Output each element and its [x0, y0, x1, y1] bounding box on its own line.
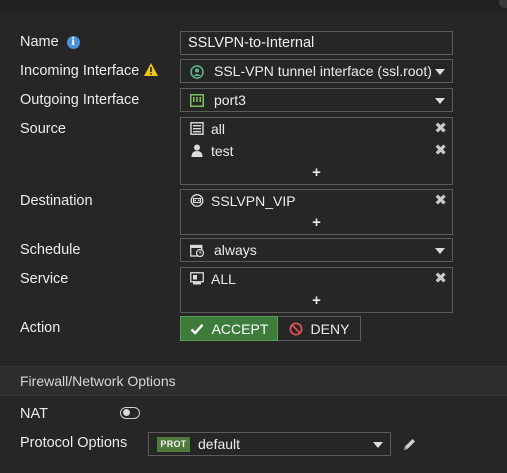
warning-icon[interactable]: [144, 63, 159, 80]
deny-label: DENY: [310, 320, 350, 337]
outgoing-interface-select[interactable]: port3: [180, 88, 453, 112]
nat-label: NAT: [20, 406, 48, 422]
list-item[interactable]: all ✖: [181, 118, 452, 140]
firewall-options-section-header: Firewall/Network Options: [0, 366, 507, 396]
add-source-button[interactable]: +: [181, 162, 452, 184]
port-icon: [190, 94, 204, 107]
prot-badge: PROT: [157, 437, 190, 452]
accept-label: ACCEPT: [211, 320, 269, 337]
info-icon[interactable]: i: [66, 36, 80, 49]
protocol-options-value: default: [198, 436, 241, 452]
address-icon: [190, 122, 204, 135]
interface-icon: [190, 65, 204, 79]
incoming-interface-value: SSL-VPN tunnel interface (ssl.root): [214, 63, 432, 79]
chevron-down-icon[interactable]: [435, 69, 445, 75]
source-item-label: test: [211, 143, 234, 159]
accept-button[interactable]: ACCEPT: [180, 316, 278, 341]
incoming-interface-select[interactable]: SSL-VPN tunnel interface (ssl.root): [180, 59, 453, 83]
remove-icon[interactable]: ✖: [434, 120, 447, 138]
deny-button[interactable]: DENY: [278, 316, 361, 341]
vip-icon: [190, 194, 204, 207]
chevron-down-icon[interactable]: [435, 98, 445, 104]
schedule-value: always: [214, 242, 257, 258]
schedule-icon: [190, 244, 205, 258]
list-item[interactable]: SSLVPN_VIP ✖: [181, 190, 452, 212]
add-destination-button[interactable]: +: [181, 212, 452, 234]
service-icon: [190, 272, 204, 285]
source-item-label: all: [211, 121, 226, 137]
source-field[interactable]: all ✖ test ✖ +: [180, 117, 453, 185]
name-label: Name i: [20, 34, 80, 50]
chevron-down-icon[interactable]: [435, 248, 445, 254]
chevron-down-icon[interactable]: [373, 442, 383, 448]
remove-icon[interactable]: ✖: [434, 142, 447, 160]
pencil-icon[interactable]: [402, 437, 417, 452]
outgoing-interface-value: port3: [214, 92, 246, 108]
add-service-button[interactable]: +: [181, 290, 452, 312]
name-label-text: Name: [20, 34, 59, 50]
service-field[interactable]: ALL ✖ +: [180, 267, 453, 313]
list-item[interactable]: ALL ✖: [181, 268, 452, 290]
top-strip: [0, 0, 507, 12]
schedule-select[interactable]: always: [180, 238, 453, 262]
remove-icon[interactable]: ✖: [434, 192, 447, 210]
name-input[interactable]: SSLVPN-to-Internal: [180, 31, 453, 55]
nat-toggle[interactable]: [120, 407, 140, 419]
remove-icon[interactable]: ✖: [434, 270, 447, 288]
protocol-options-select[interactable]: PROT default: [148, 432, 391, 456]
incoming-interface-label: Incoming Interface: [20, 63, 159, 80]
protocol-options-label: Protocol Options: [20, 435, 128, 451]
incoming-interface-label-text: Incoming Interface: [20, 63, 140, 79]
destination-item-label: SSLVPN_VIP: [211, 193, 296, 209]
service-label: Service: [20, 271, 69, 287]
source-label: Source: [20, 121, 66, 137]
action-label: Action: [20, 320, 61, 336]
check-icon: [190, 323, 204, 335]
schedule-label: Schedule: [20, 242, 81, 258]
toggle-knob: [122, 409, 130, 416]
user-icon: [190, 144, 204, 157]
deny-icon: [289, 322, 303, 336]
service-item-label: ALL: [211, 271, 236, 287]
destination-label: Destination: [20, 193, 93, 209]
list-item[interactable]: test ✖: [181, 140, 452, 162]
section-title: Firewall/Network Options: [20, 373, 176, 389]
outgoing-interface-label: Outgoing Interface: [20, 92, 140, 108]
destination-field[interactable]: SSLVPN_VIP ✖ +: [180, 189, 453, 235]
action-toggle-group: ACCEPT DENY: [180, 316, 361, 341]
